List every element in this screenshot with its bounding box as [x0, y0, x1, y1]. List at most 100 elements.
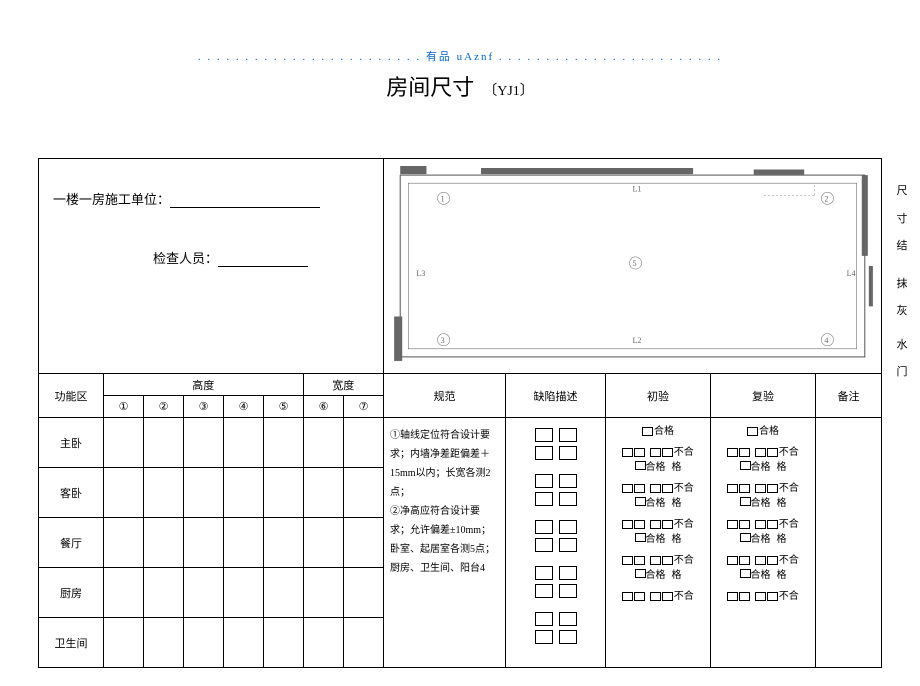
measure-cell[interactable] — [184, 418, 224, 468]
checkbox[interactable] — [755, 484, 766, 493]
measure-cell[interactable] — [184, 568, 224, 618]
measure-cell[interactable] — [104, 418, 144, 468]
measure-cell[interactable] — [304, 418, 344, 468]
checkbox[interactable] — [535, 474, 553, 488]
checkbox[interactable] — [622, 520, 633, 529]
inspector-input-line[interactable] — [218, 253, 308, 267]
measure-cell[interactable] — [224, 568, 264, 618]
checkbox[interactable] — [650, 592, 661, 601]
checkbox[interactable] — [634, 520, 645, 529]
checkbox[interactable] — [767, 556, 778, 565]
measure-cell[interactable] — [104, 618, 144, 668]
measure-cell[interactable] — [264, 518, 304, 568]
checkbox[interactable] — [535, 630, 553, 644]
checkbox[interactable] — [634, 448, 645, 457]
checkbox[interactable] — [635, 533, 646, 542]
checkbox[interactable] — [635, 569, 646, 578]
measure-cell[interactable] — [344, 618, 384, 668]
checkbox[interactable] — [650, 520, 661, 529]
checkbox[interactable] — [535, 492, 553, 506]
checkbox[interactable] — [559, 584, 577, 598]
measure-cell[interactable] — [304, 568, 344, 618]
checkbox[interactable] — [755, 556, 766, 565]
measure-cell[interactable] — [184, 468, 224, 518]
checkbox[interactable] — [559, 566, 577, 580]
measure-cell[interactable] — [344, 568, 384, 618]
checkbox[interactable] — [740, 533, 751, 542]
checkbox[interactable] — [739, 448, 750, 457]
checkbox[interactable] — [727, 448, 738, 457]
measure-cell[interactable] — [104, 518, 144, 568]
measure-cell[interactable] — [304, 518, 344, 568]
measure-cell[interactable] — [184, 518, 224, 568]
checkbox[interactable] — [622, 592, 633, 601]
checkbox[interactable] — [662, 484, 673, 493]
checkbox[interactable] — [727, 592, 738, 601]
checkbox[interactable] — [727, 484, 738, 493]
checkbox[interactable] — [650, 448, 661, 457]
checkbox[interactable] — [755, 520, 766, 529]
checkbox[interactable] — [767, 448, 778, 457]
checkbox[interactable] — [650, 556, 661, 565]
measure-cell[interactable] — [224, 418, 264, 468]
measure-cell[interactable] — [144, 518, 184, 568]
contractor-input-line[interactable] — [170, 194, 320, 208]
checkbox[interactable] — [634, 592, 645, 601]
checkbox[interactable] — [622, 484, 633, 493]
checkbox[interactable] — [650, 484, 661, 493]
measure-cell[interactable] — [144, 418, 184, 468]
measure-cell[interactable] — [304, 618, 344, 668]
measure-cell[interactable] — [104, 568, 144, 618]
checkbox[interactable] — [642, 427, 653, 436]
checkbox[interactable] — [740, 497, 751, 506]
measure-cell[interactable] — [224, 618, 264, 668]
checkbox[interactable] — [740, 461, 751, 470]
checkbox[interactable] — [662, 592, 673, 601]
measure-cell[interactable] — [104, 468, 144, 518]
measure-cell[interactable] — [264, 568, 304, 618]
checkbox[interactable] — [747, 427, 758, 436]
checkbox[interactable] — [559, 446, 577, 460]
checkbox[interactable] — [634, 484, 645, 493]
checkbox[interactable] — [739, 484, 750, 493]
checkbox[interactable] — [535, 428, 553, 442]
checkbox[interactable] — [535, 566, 553, 580]
checkbox[interactable] — [622, 556, 633, 565]
checkbox[interactable] — [662, 520, 673, 529]
checkbox[interactable] — [559, 612, 577, 626]
checkbox[interactable] — [535, 446, 553, 460]
checkbox[interactable] — [739, 592, 750, 601]
checkbox[interactable] — [755, 592, 766, 601]
checkbox[interactable] — [727, 520, 738, 529]
measure-cell[interactable] — [264, 418, 304, 468]
checkbox[interactable] — [535, 612, 553, 626]
remark-column[interactable] — [816, 418, 881, 668]
checkbox[interactable] — [622, 448, 633, 457]
checkbox[interactable] — [739, 520, 750, 529]
measure-cell[interactable] — [184, 618, 224, 668]
checkbox[interactable] — [739, 556, 750, 565]
measure-cell[interactable] — [344, 468, 384, 518]
measure-cell[interactable] — [144, 618, 184, 668]
checkbox[interactable] — [535, 538, 553, 552]
checkbox[interactable] — [727, 556, 738, 565]
checkbox[interactable] — [559, 428, 577, 442]
checkbox[interactable] — [559, 520, 577, 534]
checkbox[interactable] — [755, 448, 766, 457]
checkbox[interactable] — [635, 497, 646, 506]
measure-cell[interactable] — [264, 618, 304, 668]
measure-cell[interactable] — [224, 468, 264, 518]
measure-cell[interactable] — [304, 468, 344, 518]
checkbox[interactable] — [767, 520, 778, 529]
checkbox[interactable] — [559, 492, 577, 506]
checkbox[interactable] — [767, 484, 778, 493]
checkbox[interactable] — [559, 538, 577, 552]
measure-cell[interactable] — [264, 468, 304, 518]
checkbox[interactable] — [559, 630, 577, 644]
checkbox[interactable] — [634, 556, 645, 565]
measure-cell[interactable] — [344, 518, 384, 568]
measure-cell[interactable] — [224, 518, 264, 568]
measure-cell[interactable] — [144, 568, 184, 618]
checkbox[interactable] — [767, 592, 778, 601]
checkbox[interactable] — [535, 520, 553, 534]
